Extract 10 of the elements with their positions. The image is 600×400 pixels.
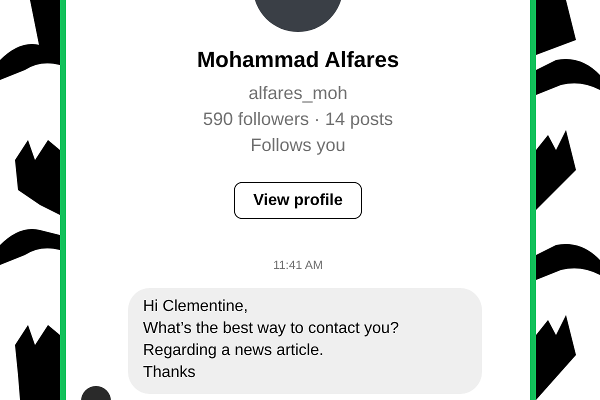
profile-name: Mohammad Alfares [196, 46, 400, 74]
message-time: 11:41 AM [273, 257, 323, 273]
username: alfares_moh [248, 82, 348, 105]
view-profile-button[interactable]: View profile [234, 182, 362, 219]
message-text: What’s the best way to contact you? [143, 319, 400, 339]
profile-stats: 590 followers · 14 posts [202, 108, 394, 131]
follow-status: Follows you [250, 134, 346, 157]
message-text: Regarding a news article. [143, 341, 325, 361]
message-text: Thanks [143, 363, 196, 383]
message-text: Hi Clementine, [143, 297, 249, 317]
